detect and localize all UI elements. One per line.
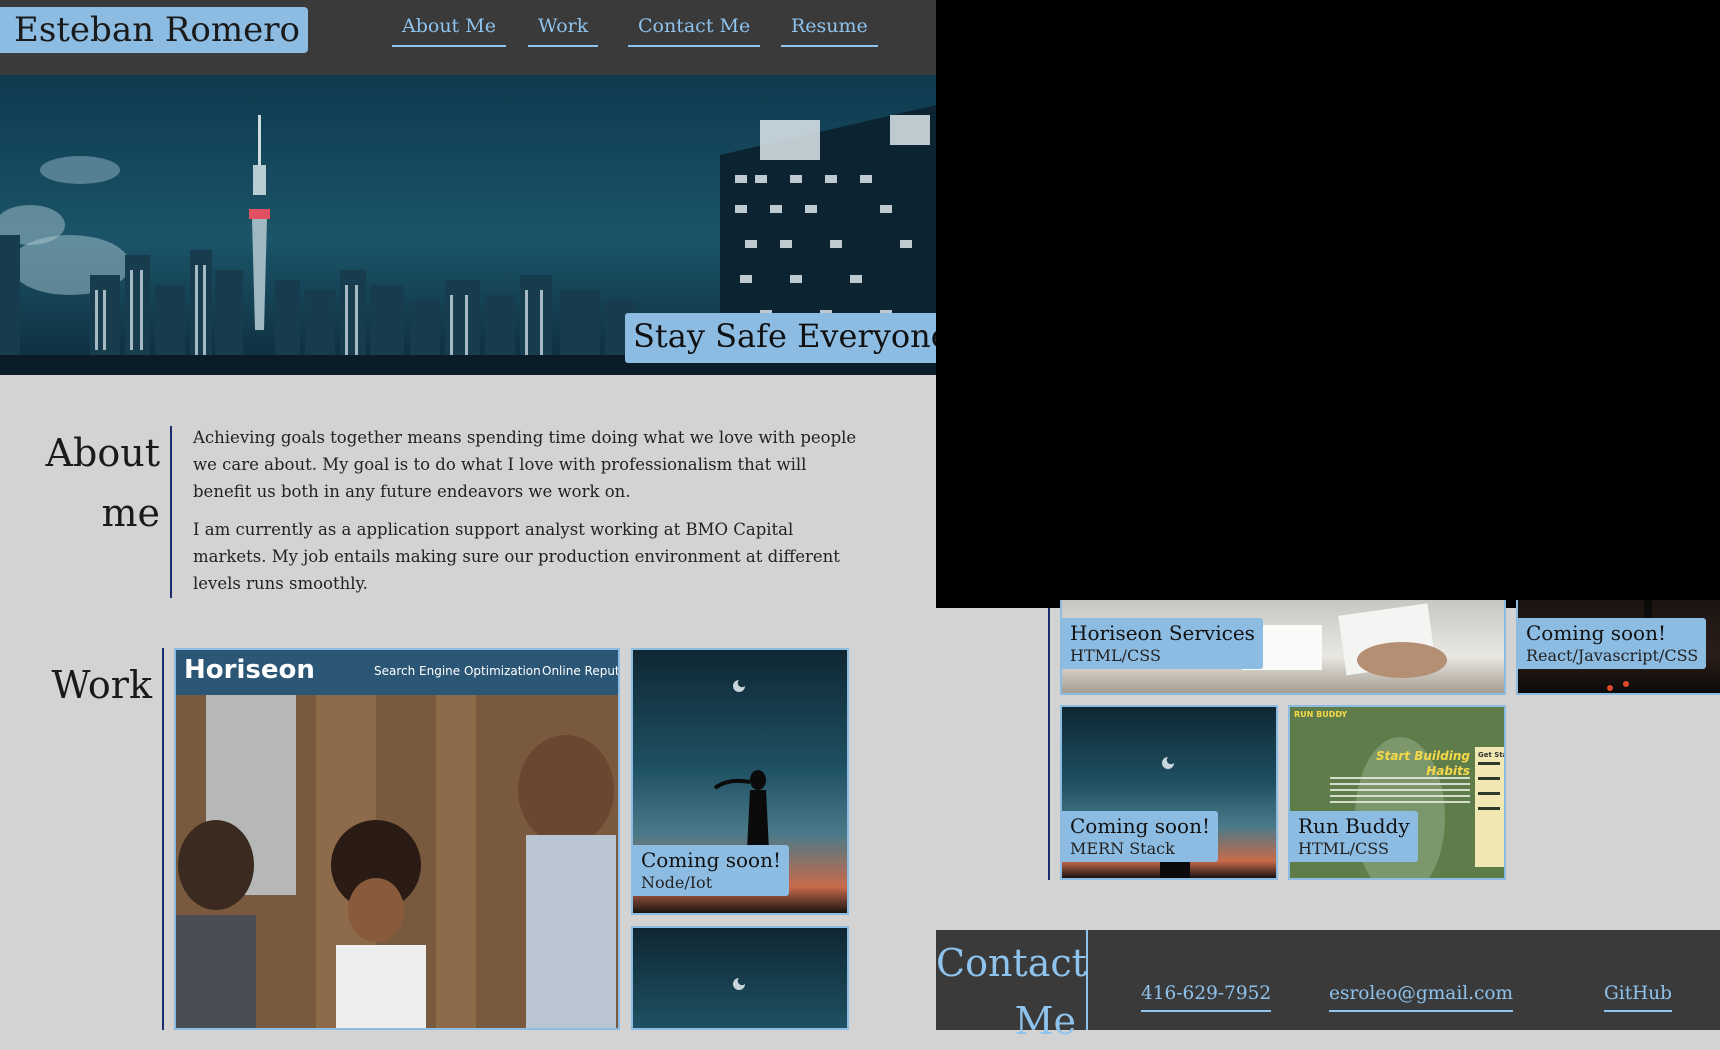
contact-title-line2: Me [1014, 999, 1076, 1043]
run-buddy-headline-1: Start Building [1375, 749, 1470, 763]
nav-contact-me[interactable]: Contact Me [628, 14, 761, 47]
run-buddy-headline-2: Habits [1426, 764, 1470, 778]
card-label-horiseon-services: Horiseon Services HTML/CSS [1062, 618, 1263, 669]
horiseon-logo: Horiseon [184, 655, 315, 685]
card-subtitle: HTML/CSS [1070, 646, 1161, 665]
project-card-horiseon-large[interactable]: Horiseon Search Engine Optimization Onli… [174, 648, 620, 1030]
site-logo-name[interactable]: Esteban Romero [0, 7, 308, 53]
contact-email-link[interactable]: esroleo@gmail.com [1329, 982, 1514, 1012]
team-meeting-photo [176, 695, 618, 1028]
run-buddy-form-title: Get Starte [1478, 751, 1504, 759]
project-card-run-buddy[interactable]: RUN BUDDY Start Building Habits Get Star… [1288, 705, 1506, 880]
card-label-react: Coming soon! React/Javascript/CSS [1518, 618, 1707, 669]
card-title: Coming soon! [1526, 621, 1667, 645]
about-title-line2: me [101, 491, 160, 535]
project-card-horiseon-services[interactable]: Horiseon Services HTML/CSS [1060, 600, 1506, 695]
contact-phone-link[interactable]: 416-629-7952 [1141, 982, 1272, 1012]
right-work-divider [1048, 608, 1050, 880]
about-title: About me [40, 423, 160, 543]
about-paragraph-2: I am currently as a application support … [193, 520, 840, 593]
about-title-line1: About [45, 431, 160, 475]
nav-work[interactable]: Work [528, 14, 599, 47]
contact-title-line1: Contact [936, 941, 1087, 985]
card-label-mern: Coming soon! MERN Stack [1062, 811, 1219, 862]
card-title: Coming soon! [1070, 814, 1211, 838]
project-card-mern[interactable]: Coming soon! MERN Stack [1060, 705, 1278, 880]
project-card-react[interactable]: Coming soon! React/Javascript/CSS [1516, 600, 1720, 695]
project-card-partial[interactable] [631, 926, 849, 1030]
card-title: Horiseon Services [1070, 621, 1255, 645]
horiseon-screenshot-header: Horiseon Search Engine Optimization Onli… [176, 650, 618, 695]
about-paragraph-1: Achieving goals together means spending … [193, 428, 857, 501]
card-title: Run Buddy [1298, 814, 1410, 838]
moon-icon [733, 978, 745, 990]
hero-banner: Stay Safe Everyone! [625, 313, 969, 363]
blank-video-region [936, 0, 1720, 608]
project-card-node-iot[interactable]: Coming soon! Node/Iot [631, 648, 849, 915]
about-divider [170, 426, 172, 598]
card-subtitle: HTML/CSS [1298, 839, 1389, 858]
horiseon-nav-seo: Search Engine Optimization [374, 664, 541, 678]
contact-title: Contact Me [936, 934, 1087, 1050]
nav-about-me[interactable]: About Me [392, 14, 506, 47]
card-subtitle: MERN Stack [1070, 839, 1175, 858]
contact-divider [1086, 930, 1088, 1030]
card-title: Coming soon! [641, 848, 782, 872]
card-label-node-iot: Coming soon! Node/Iot [633, 845, 790, 896]
work-title: Work [51, 663, 152, 707]
card-subtitle: React/Javascript/CSS [1526, 646, 1699, 665]
contact-github-link[interactable]: GitHub [1604, 982, 1673, 1012]
horiseon-nav-reputation: Online Reputa [542, 664, 620, 678]
work-divider [162, 648, 164, 1030]
run-buddy-brand: RUN BUDDY [1294, 710, 1348, 719]
card-subtitle: Node/Iot [641, 873, 713, 892]
card-label-run-buddy: Run Buddy HTML/CSS [1290, 811, 1418, 862]
nav-resume[interactable]: Resume [781, 14, 878, 47]
